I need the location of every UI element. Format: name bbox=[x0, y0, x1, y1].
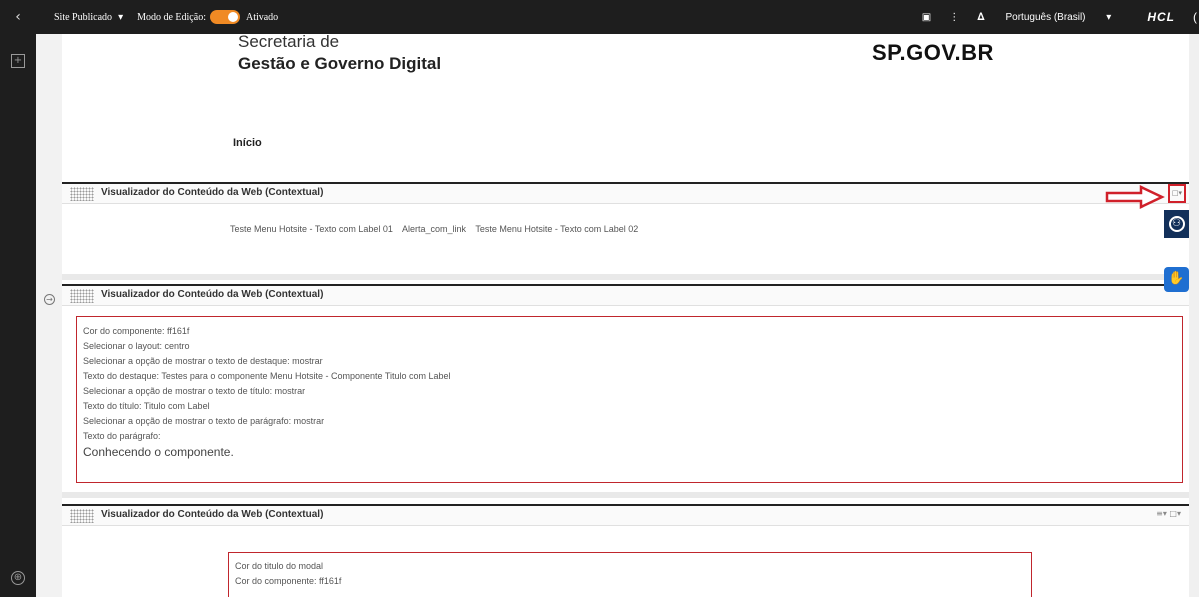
top-toolbar: ‹ Site Publicado ▾ Modo de Edição: Ativa… bbox=[0, 0, 1199, 34]
edit-mode: Modo de Edição: Ativado bbox=[137, 10, 278, 24]
config-line: Cor do componente: ff161f bbox=[83, 326, 190, 336]
hcl-logo: HCL bbox=[1147, 10, 1175, 24]
edit-mode-toggle[interactable] bbox=[209, 10, 240, 24]
layout-gutter: → bbox=[36, 34, 62, 597]
site-state-label: Site Publicado bbox=[54, 11, 113, 23]
org-name-line1: Secretaria de bbox=[238, 34, 340, 51]
page-content: Secretaria de Gestão e Governo Digital S… bbox=[62, 34, 1189, 597]
menu-link[interactable]: Alerta_com_link bbox=[402, 224, 466, 234]
paragraph-text: Conhecendo o componente. bbox=[83, 445, 234, 459]
breadcrumb-home[interactable]: Início bbox=[233, 137, 262, 149]
hotsite-menu: Teste Menu Hotsite - Texto com Label 01 … bbox=[230, 224, 645, 234]
chevron-left-icon[interactable]: ‹ bbox=[0, 0, 36, 34]
user-icon[interactable]: ( bbox=[1193, 10, 1197, 24]
translate-icon: 𝚫 bbox=[977, 11, 985, 23]
config-line: Selecionar a opção de mostrar o texto de… bbox=[83, 356, 323, 366]
sp-gov-logo: SP.GOV.BR bbox=[872, 40, 994, 65]
org-name-line2: Gestão e Governo Digital bbox=[238, 54, 442, 73]
config-line: Cor do componente: ff161f bbox=[235, 576, 342, 586]
sign-language-button[interactable]: ✋ bbox=[1164, 267, 1189, 292]
portlet-title: Visualizador do Conteúdo da Web (Context… bbox=[101, 187, 324, 198]
more-vertical-icon[interactable]: ⋮ bbox=[949, 12, 959, 23]
config-line: Selecionar a opção de mostrar o texto de… bbox=[83, 416, 325, 426]
portlet-menu-icon[interactable]: □▾ bbox=[1168, 184, 1186, 203]
left-sidebar: + ⊕ bbox=[0, 34, 36, 597]
accessibility-icon: ⚇ bbox=[1168, 216, 1185, 232]
config-line: Cor do titulo do modal bbox=[235, 561, 324, 571]
section-divider bbox=[62, 492, 1189, 498]
portlet-title: Visualizador do Conteúdo da Web (Context… bbox=[101, 289, 324, 300]
language-dropdown[interactable]: 𝚫 Português (Brasil) ▾ bbox=[977, 12, 1129, 23]
language-label: Português (Brasil) bbox=[1005, 11, 1086, 23]
config-line: Selecionar o layout: centro bbox=[83, 341, 190, 351]
site-state-dropdown[interactable]: Site Publicado ▾ bbox=[54, 12, 123, 23]
portlet-header-1: Visualizador do Conteúdo da Web (Context… bbox=[62, 182, 1189, 204]
config-line: Texto do parágrafo: bbox=[83, 431, 161, 441]
menu-link[interactable]: Teste Menu Hotsite - Texto com Label 02 bbox=[475, 224, 638, 234]
config-line: Selecionar a opção de mostrar o texto de… bbox=[83, 386, 306, 396]
config-line: Texto do destaque: Testes para o compone… bbox=[83, 371, 451, 381]
portlet-header-2: Visualizador do Conteúdo da Web (Context… bbox=[62, 284, 1189, 306]
site-header: Secretaria de Gestão e Governo Digital S… bbox=[62, 34, 1189, 174]
scrollbar[interactable] bbox=[1189, 34, 1199, 597]
portlet-header-3: Visualizador do Conteúdo da Web (Context… bbox=[62, 504, 1189, 526]
globe-icon[interactable]: ⊕ bbox=[11, 571, 25, 585]
drag-handle-icon[interactable] bbox=[70, 509, 94, 523]
page-icon[interactable]: ▣ bbox=[922, 12, 931, 23]
edit-mode-label: Modo de Edição: bbox=[137, 11, 206, 23]
arrow-right-circle-icon[interactable]: → bbox=[44, 294, 55, 305]
chevron-down-icon: ▾ bbox=[118, 11, 124, 23]
chevron-down-icon: ▾ bbox=[1106, 11, 1112, 23]
component-config-box: Cor do componente: ff161f Selecionar o l… bbox=[76, 316, 1183, 483]
accessibility-button[interactable]: ⚇ bbox=[1164, 210, 1189, 238]
portlet-title: Visualizador do Conteúdo da Web (Context… bbox=[101, 509, 324, 520]
add-page-icon[interactable]: + bbox=[11, 54, 25, 68]
drag-handle-icon[interactable] bbox=[70, 187, 94, 201]
red-arrow-annotation-icon bbox=[1105, 185, 1165, 209]
edit-mode-state: Ativado bbox=[245, 11, 279, 23]
menu-link[interactable]: Teste Menu Hotsite - Texto com Label 01 bbox=[230, 224, 393, 234]
config-line: Texto do título: Titulo com Label bbox=[83, 401, 210, 411]
portlet-menu-icon[interactable]: ≡▾ □▾ bbox=[1156, 509, 1181, 518]
modal-config-box: Cor do titulo do modal Cor do componente… bbox=[228, 552, 1032, 597]
drag-handle-icon[interactable] bbox=[70, 289, 94, 303]
section-divider bbox=[62, 274, 1189, 280]
